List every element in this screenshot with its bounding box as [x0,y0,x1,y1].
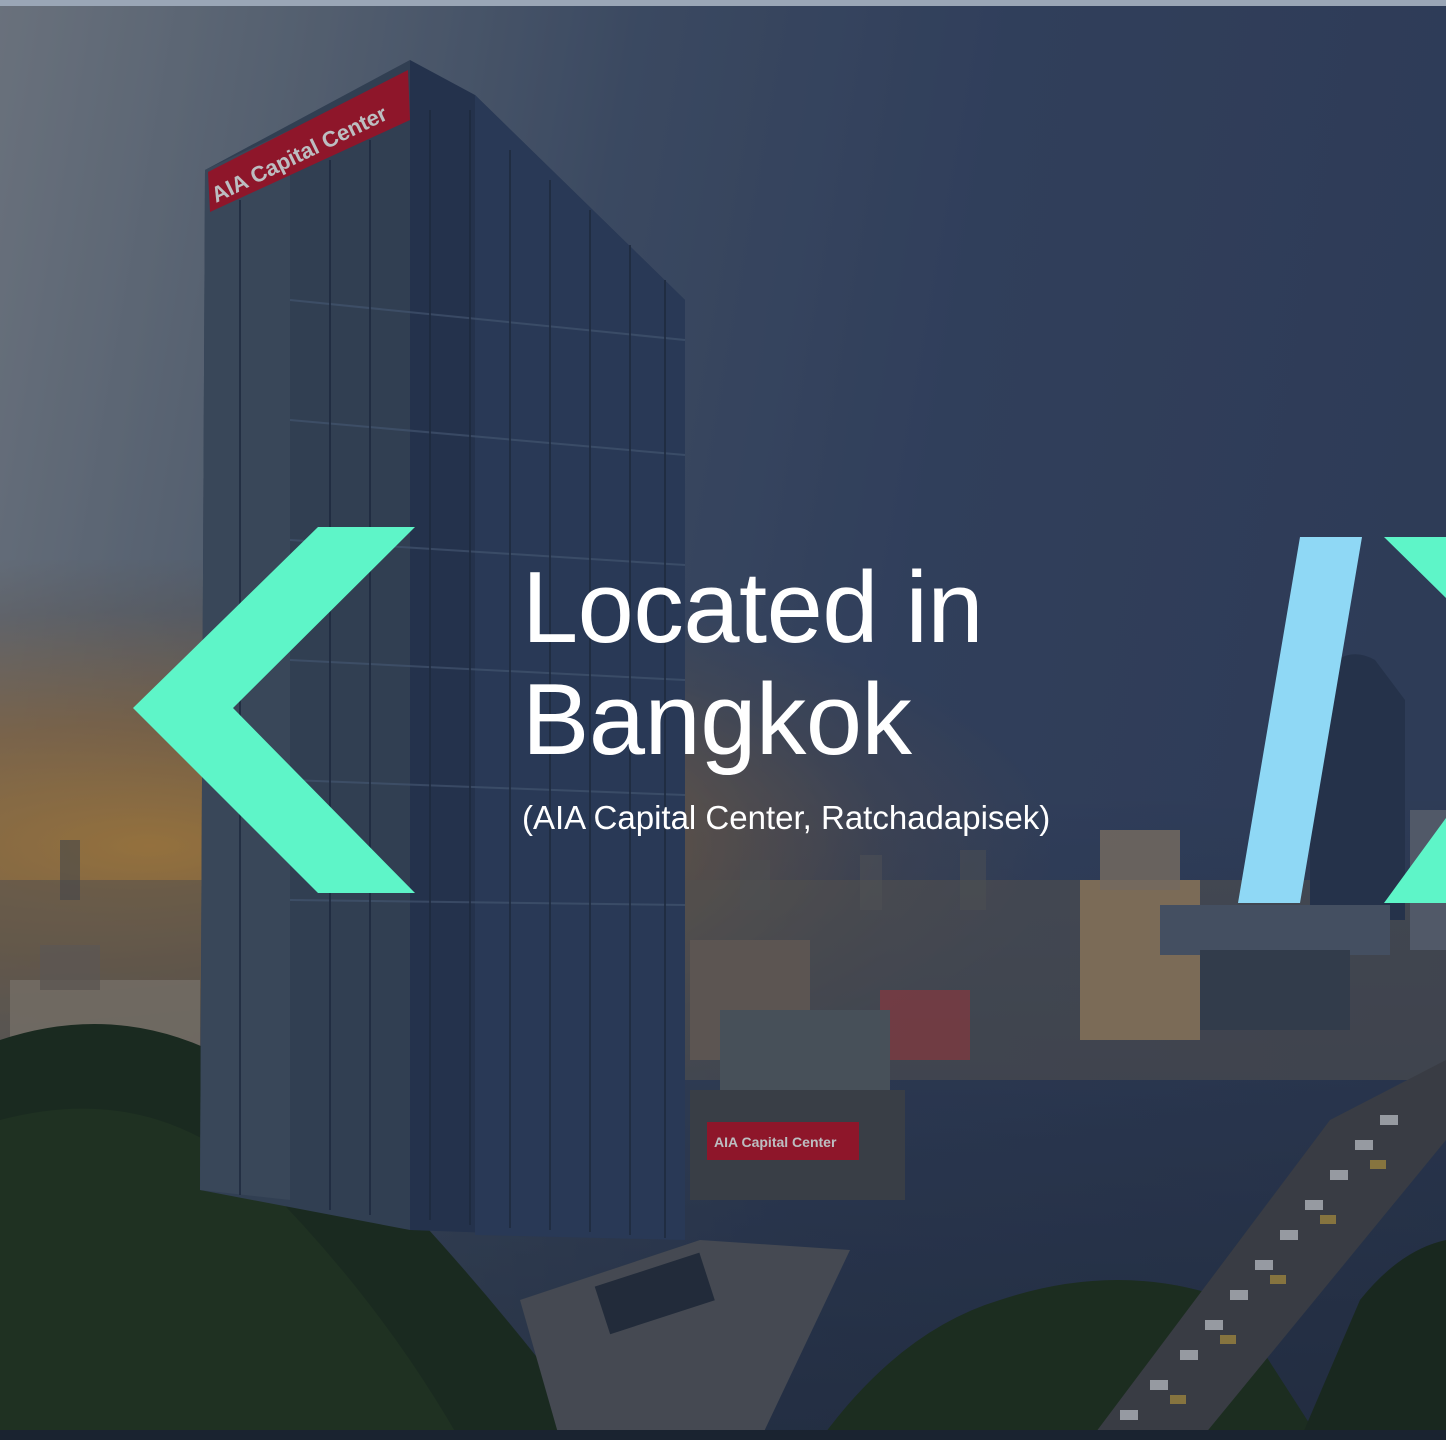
slide-subtitle: (AIA Capital Center, Ratchadapisek) [522,799,1051,836]
slide-headline: Located in Bangkok [522,552,1222,776]
headline-line-1: Located in [522,552,984,664]
bottom-edge-bar [0,1430,1446,1440]
headline-line-2: Bangkok [522,664,912,776]
slide-stage: AIA Capital Center AIA Capital Center Lo… [0,0,1446,1440]
top-edge-bar [0,0,1446,6]
